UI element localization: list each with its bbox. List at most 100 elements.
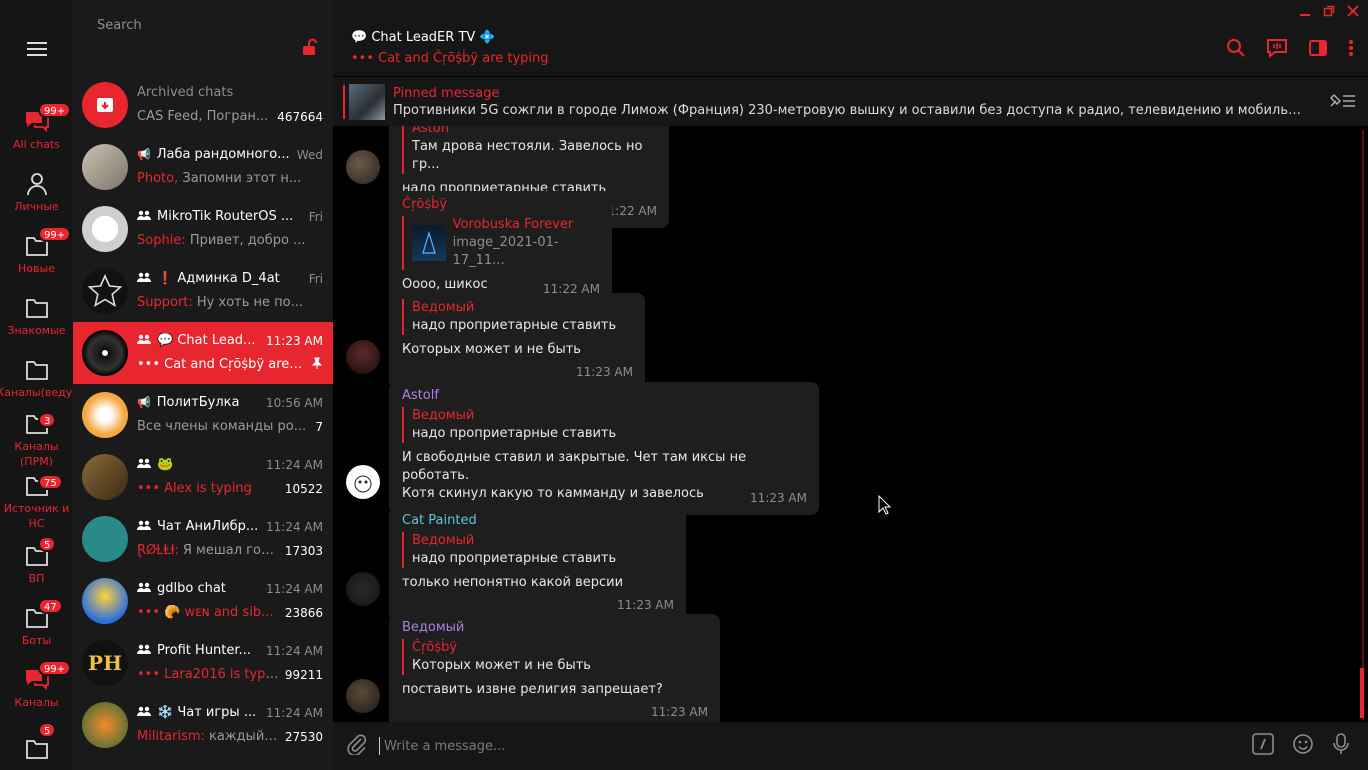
chat-list-item[interactable]: MikroTik RouterOS ... Fri Sophie: Привет, … — [73, 198, 333, 260]
chat-list-item[interactable]: 📢 Лаба рандомного... Wed Photo, Запомни это… — [73, 136, 333, 198]
chat-preview: Militarism: каждый ... — [137, 729, 279, 744]
more-options-icon[interactable] — [1348, 38, 1354, 62]
chat-preview: ••• Alex is typing — [137, 481, 279, 496]
folder-0[interactable]: 99+ All chats — [0, 98, 73, 160]
message-bubble[interactable]: Cat Painted Ведомый надо проприетарные с… — [389, 507, 686, 622]
chat-name: MikroTik RouterOS ... — [157, 209, 294, 224]
unread-badge: 99+ — [38, 102, 72, 118]
reply-author: Ĉŗōṩḃÿ — [412, 640, 458, 655]
folder-label: Личные — [14, 199, 59, 213]
folder-label: Каналы(веду) — [0, 385, 77, 399]
scrollbar-thumb[interactable] — [1360, 668, 1364, 718]
menu-button[interactable] — [0, 0, 73, 98]
sidebar-toggle-icon[interactable] — [1308, 38, 1328, 62]
folder-7[interactable]: 5 ВП — [0, 532, 73, 594]
pinned-title: Pinned message — [393, 85, 500, 101]
message-input[interactable]: Write a message... — [384, 739, 1234, 754]
chat-list-item[interactable]: 📢 ПолитБулка 10:56 AM Все члены команды ро.… — [73, 384, 333, 446]
avatar[interactable] — [346, 150, 380, 184]
chat-time: Wed — [296, 147, 323, 162]
message-author[interactable]: Ведомый — [402, 620, 708, 635]
chat-list-item[interactable]: 🐸 11:24 AM ••• Alex is typing 10522 — [73, 446, 333, 508]
folder-1[interactable]: Личные — [0, 160, 73, 222]
message-list[interactable]: Aston Там дрова нестояли. Завелось но гр… — [333, 126, 1368, 722]
chat-list-item[interactable]: Archived chats CAS Feed, Погран... 467664 — [73, 74, 333, 136]
message-author[interactable]: Astolf — [402, 388, 807, 403]
close-icon[interactable] — [1344, 2, 1362, 20]
unread-count: 23866 — [284, 605, 323, 620]
preview-sender: Sophie: — [137, 233, 190, 248]
search-input[interactable]: Search — [97, 18, 317, 33]
avatar — [82, 206, 128, 252]
avatar[interactable] — [346, 572, 380, 606]
search-bar: Search — [73, 0, 333, 74]
folder-8[interactable]: 47 Боты — [0, 594, 73, 656]
unread-count: 7 — [315, 419, 323, 434]
emoji-icon[interactable] — [1292, 733, 1314, 759]
chat-time: 11:23 AM — [266, 333, 323, 348]
folder-3[interactable]: Знакомые — [0, 284, 73, 346]
unread-count: 10522 — [284, 481, 323, 496]
microphone-icon[interactable] — [1332, 733, 1350, 759]
folder-label: Каналы (ПРМ) — [14, 440, 59, 468]
chat-preview: Support: Ну хоть не по... — [137, 295, 323, 310]
search-icon[interactable] — [1226, 38, 1246, 62]
chat-list-item[interactable]: Чат АниЛибр... 11:24 AM ⱤǾⱢⱠⱡ: Я мешал гор… — [73, 508, 333, 570]
message-bubble[interactable]: Ведомый Ĉŗōṩḃÿ Которых может и не быть п… — [389, 614, 720, 722]
chat-time: Fri — [308, 209, 323, 224]
unlock-icon[interactable] — [301, 38, 319, 60]
voice-chat-icon[interactable] — [1266, 38, 1288, 62]
unread-badge: 5 — [38, 722, 57, 738]
folder-10[interactable]: 5 — [0, 718, 73, 770]
folder-6[interactable]: 75 Источник и НС — [0, 470, 73, 532]
pinned-list-icon[interactable] — [1328, 92, 1356, 114]
folder-label: Знакомые — [7, 323, 66, 337]
preview-sender: ••• Lara2016 is typing — [137, 667, 279, 682]
folder-label: Источник и НС — [3, 502, 70, 530]
chat-header[interactable]: 💬 Chat LeadER TV 💠 ••• Cat and Ĉŗōṩḃÿ ar… — [333, 0, 1368, 76]
reply-quote[interactable]: Ведомый надо проприетарные ставить — [402, 299, 633, 335]
folder-5[interactable]: 3 Каналы (ПРМ) — [0, 408, 73, 470]
scrollbar[interactable] — [1360, 126, 1364, 722]
chat-list-item[interactable]: ❗ Админка D_4at Fri Support: Ну хоть не по… — [73, 260, 333, 322]
message-bubble[interactable]: Ĉŗōṩḃÿ Vorobuska Forever image_2021-01-1… — [389, 191, 612, 306]
preview-text: Привет, добро ... — [189, 233, 306, 248]
preview-sender: Support: — [137, 295, 197, 310]
header-actions — [1226, 38, 1354, 62]
preview-sender: Militarism: — [137, 729, 210, 744]
message-author[interactable]: Cat Painted — [402, 513, 674, 528]
reply-quote[interactable]: Vorobuska Forever image_2021-01-17_11... — [402, 216, 600, 270]
reply-quote[interactable]: Aston Там дрова нестояли. Завелось но гр… — [402, 126, 657, 174]
minimize-icon[interactable] — [1296, 2, 1314, 20]
folder-9[interactable]: 99+ Каналы — [0, 656, 73, 718]
chat-name: Лаба рандомного... — [156, 147, 290, 162]
reply-quote[interactable]: Ведомый надо проприетарные ставить — [402, 407, 807, 443]
message-author[interactable]: Ĉŗōṩḃÿ — [402, 197, 600, 212]
avatar[interactable] — [346, 679, 380, 713]
pinned-message-bar[interactable]: Pinned message Противники 5G сожгли в го… — [333, 76, 1368, 126]
window-controls — [1296, 2, 1362, 22]
folder-4[interactable]: Каналы(веду) — [0, 346, 77, 408]
group-icon — [137, 334, 151, 347]
group-icon — [137, 210, 151, 223]
chat-list-item[interactable]: ❄️ Чат игры ... 11:24 AM Militarism: кажды… — [73, 694, 333, 756]
chat-list-item[interactable]: PH Profit Hunter... 11:24 AM ••• Lara2016 i… — [73, 632, 333, 694]
avatar[interactable] — [346, 340, 380, 374]
logo-ph: PH — [88, 651, 122, 675]
pinned-content: Pinned message Противники 5G сожгли в го… — [393, 86, 1358, 118]
attach-icon[interactable] — [345, 733, 367, 759]
avatar[interactable] — [346, 465, 380, 499]
avatar — [82, 392, 128, 438]
reply-text: надо проприетарные ставить — [412, 426, 617, 441]
restore-icon[interactable] — [1320, 2, 1338, 20]
reply-quote[interactable]: Ведомый надо проприетарные ставить — [402, 532, 674, 568]
message-bubble[interactable]: Astolf Ведомый надо проприетарные ставит… — [389, 382, 819, 515]
reply-text: надо проприетарные ставить — [412, 318, 617, 333]
message-bubble[interactable]: Ведомый надо проприетарные ставить Котор… — [389, 293, 645, 389]
folder-2[interactable]: 99+ Новые — [0, 222, 73, 284]
reply-quote[interactable]: Ĉŗōṩḃÿ Которых может и не быть — [402, 639, 708, 675]
chat-preview: ••• Lara2016 is typing — [137, 667, 279, 682]
bot-commands-icon[interactable] — [1252, 733, 1274, 759]
chat-list-item[interactable]: gdlbo chat 11:24 AM ••• 🥐 wᴇɴ and sib... 23… — [73, 570, 333, 632]
chat-list-item[interactable]: 💬 Chat Lead... 11:23 AM ••• Cat and Ĉŗōṩḃÿ… — [73, 322, 333, 384]
